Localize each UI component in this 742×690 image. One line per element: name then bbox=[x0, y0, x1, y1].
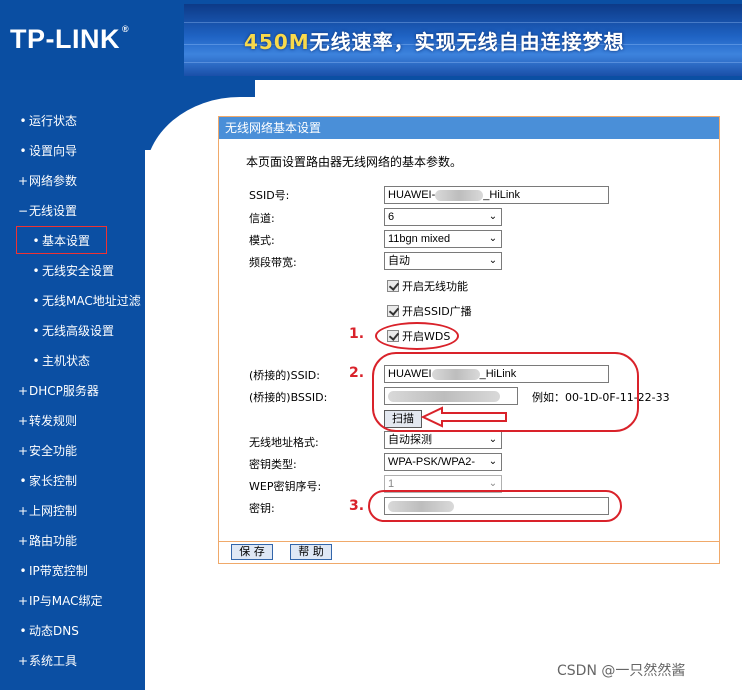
annotation-number-2: 2. bbox=[349, 365, 365, 381]
sidebar-item[interactable]: • 无线安全设置 bbox=[30, 261, 114, 281]
checkbox-checked-icon bbox=[387, 280, 399, 292]
bullet-icon: + bbox=[17, 504, 29, 518]
bullet-icon: + bbox=[17, 594, 29, 608]
key-type-select[interactable]: WPA-PSK/WPA2- ⌄ bbox=[384, 453, 502, 471]
bullet-icon: + bbox=[17, 534, 29, 548]
wep-index-label: WEP密钥序号: bbox=[249, 480, 322, 493]
header: TP-LINK ® 450M无线速率，实现无线自由连接梦想 bbox=[0, 0, 742, 80]
sidebar-item-label: DHCP服务器 bbox=[29, 384, 99, 398]
sidebar-item[interactable]: • 运行状态 bbox=[17, 111, 77, 131]
sidebar-item-label: 系统工具 bbox=[29, 654, 78, 668]
ssid-input[interactable]: HUAWEI- _HiLink bbox=[384, 186, 609, 204]
sidebar-item[interactable]: −无线设置 bbox=[17, 201, 77, 221]
sidebar-item[interactable]: +安全功能 bbox=[17, 441, 77, 461]
redacted-blur bbox=[435, 189, 484, 201]
mode-label: 模式: bbox=[249, 234, 275, 247]
header-banner: 450M无线速率，实现无线自由连接梦想 bbox=[184, 4, 742, 76]
bullet-icon: • bbox=[32, 264, 40, 278]
bullet-icon: • bbox=[32, 354, 40, 368]
bullet-icon: + bbox=[17, 384, 29, 398]
bullet-icon: − bbox=[17, 204, 29, 218]
sidebar-item-label: 无线安全设置 bbox=[42, 264, 115, 278]
annotation-arrow-icon bbox=[420, 406, 507, 428]
bridge-bssid-label: (桥接的)BSSID: bbox=[249, 391, 328, 404]
sidebar-item-label: 无线高级设置 bbox=[42, 324, 115, 338]
enable-wireless-checkbox[interactable]: 开启无线功能 bbox=[387, 278, 468, 294]
annotation-number-1: 1. bbox=[349, 326, 365, 342]
bridge-ssid-label: (桥接的)SSID: bbox=[249, 369, 320, 382]
address-format-label: 无线地址格式: bbox=[249, 436, 319, 449]
key-label: 密钥: bbox=[249, 502, 275, 515]
sidebar-item-label: 转发规则 bbox=[29, 414, 78, 428]
sidebar-item-label: IP带宽控制 bbox=[29, 564, 88, 578]
checkbox-checked-icon bbox=[387, 305, 399, 317]
sidebar-item[interactable]: • 无线MAC地址过滤 bbox=[30, 291, 141, 311]
bullet-icon: • bbox=[19, 144, 27, 158]
sidebar-item-label: 家长控制 bbox=[29, 474, 78, 488]
help-button[interactable]: 帮 助 bbox=[290, 544, 332, 560]
annotation-circle-wds bbox=[375, 322, 459, 350]
save-button[interactable]: 保 存 bbox=[231, 544, 273, 560]
active-item-highlight bbox=[16, 226, 107, 254]
mode-select[interactable]: 11bgn mixed ⌄ bbox=[384, 230, 502, 248]
sidebar-item[interactable]: • 动态DNS bbox=[17, 621, 79, 641]
sidebar-item[interactable]: +转发规则 bbox=[17, 411, 77, 431]
sidebar-item-label: 网络参数 bbox=[29, 174, 78, 188]
sidebar-item-label: 无线设置 bbox=[29, 204, 78, 218]
panel-description: 本页面设置路由器无线网络的基本参数。 bbox=[246, 155, 463, 169]
sidebar-item-label: 运行状态 bbox=[29, 114, 78, 128]
bandwidth-select[interactable]: 自动 ⌄ bbox=[384, 252, 502, 270]
sidebar-item-label: 设置向导 bbox=[29, 144, 78, 158]
ssid-label: SSID号: bbox=[249, 189, 290, 202]
key-type-label: 密钥类型: bbox=[249, 458, 297, 471]
sidebar-item-label: 路由功能 bbox=[29, 534, 78, 548]
sidebar-item-label: 主机状态 bbox=[42, 354, 91, 368]
sidebar-item[interactable]: +上网控制 bbox=[17, 501, 77, 521]
sidebar-item[interactable]: +IP与MAC绑定 bbox=[17, 591, 103, 611]
panel-title: 无线网络基本设置 bbox=[219, 117, 719, 139]
sidebar-item-label: 上网控制 bbox=[29, 504, 78, 518]
address-format-select[interactable]: 自动探测 ⌄ bbox=[384, 431, 502, 449]
sidebar-item[interactable]: +DHCP服务器 bbox=[17, 381, 99, 401]
chevron-down-icon: ⌄ bbox=[488, 456, 498, 467]
chevron-down-icon: ⌄ bbox=[488, 434, 498, 445]
annotation-box-key bbox=[368, 490, 622, 522]
bullet-icon: + bbox=[17, 654, 29, 668]
sidebar-item-label: IP与MAC绑定 bbox=[29, 594, 103, 608]
bandwidth-label: 频段带宽: bbox=[249, 256, 297, 269]
sidebar-item[interactable]: +路由功能 bbox=[17, 531, 77, 551]
sidebar-item[interactable]: +系统工具 bbox=[17, 651, 77, 671]
bullet-icon: • bbox=[32, 294, 40, 308]
chevron-down-icon: ⌄ bbox=[488, 255, 498, 266]
watermark: CSDN @一只然然酱 bbox=[557, 663, 686, 679]
sidebar-item[interactable]: • 主机状态 bbox=[30, 351, 90, 371]
banner-slogan: 450M无线速率，实现无线自由连接梦想 bbox=[244, 30, 625, 54]
annotation-number-3: 3. bbox=[349, 498, 365, 514]
tp-link-logo: TP-LINK ® bbox=[10, 24, 130, 54]
enable-ssid-broadcast-checkbox[interactable]: 开启SSID广播 bbox=[387, 303, 472, 319]
sidebar-item-label: 动态DNS bbox=[29, 624, 79, 638]
channel-label: 信道: bbox=[249, 212, 275, 225]
bullet-icon: + bbox=[17, 174, 29, 188]
chevron-down-icon: ⌄ bbox=[488, 211, 498, 222]
bullet-icon: + bbox=[17, 444, 29, 458]
bullet-icon: • bbox=[19, 624, 27, 638]
chevron-down-icon: ⌄ bbox=[488, 233, 498, 244]
sidebar-item[interactable]: • IP带宽控制 bbox=[17, 561, 88, 581]
sidebar-item[interactable]: • 设置向导 bbox=[17, 141, 77, 161]
logo-area: TP-LINK ® bbox=[0, 0, 180, 80]
sidebar-item[interactable]: • 家长控制 bbox=[17, 471, 77, 491]
channel-select[interactable]: 6 ⌄ bbox=[384, 208, 502, 226]
sidebar-item-label: 无线MAC地址过滤 bbox=[42, 294, 141, 308]
bullet-icon: • bbox=[32, 324, 40, 338]
sidebar-item-label: 安全功能 bbox=[29, 444, 78, 458]
sidebar-item[interactable]: +网络参数 bbox=[17, 171, 77, 191]
bullet-icon: • bbox=[19, 474, 27, 488]
sidebar-item[interactable]: • 无线高级设置 bbox=[30, 321, 114, 341]
bullet-icon: • bbox=[19, 114, 27, 128]
bullet-icon: • bbox=[19, 564, 27, 578]
bullet-icon: + bbox=[17, 414, 29, 428]
